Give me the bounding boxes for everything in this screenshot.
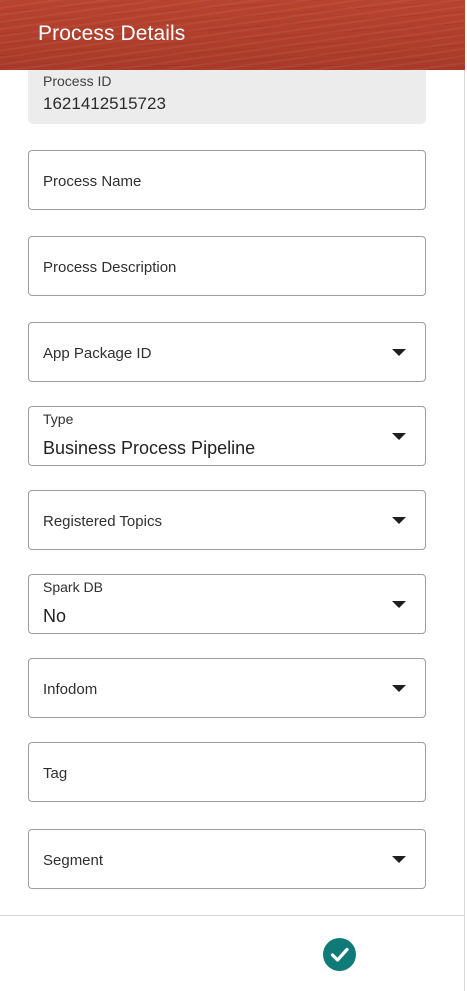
- footer-divider: [0, 915, 465, 916]
- app-package-id-placeholder: App Package ID: [43, 345, 152, 362]
- segment-select[interactable]: Segment: [28, 829, 426, 889]
- spark-db-value: No: [43, 606, 67, 626]
- chevron-down-icon[interactable]: [392, 601, 406, 608]
- infodom-select[interactable]: Infodom: [28, 658, 426, 718]
- registered-topics-select[interactable]: Registered Topics: [28, 490, 426, 550]
- spark-db-label: Spark DB: [43, 579, 103, 595]
- type-value: Business Process Pipeline: [43, 438, 256, 458]
- process-id-value: 1621412515723: [43, 94, 166, 113]
- infodom-placeholder: Infodom: [43, 681, 98, 698]
- process-id-label: Process ID: [43, 73, 112, 89]
- process-name-input[interactable]: Process Name: [28, 150, 426, 210]
- process-description-placeholder: Process Description: [43, 259, 177, 276]
- page-title: Process Details: [38, 22, 186, 45]
- spark-db-select[interactable]: Spark DB No: [28, 574, 426, 634]
- segment-placeholder: Segment: [43, 852, 104, 869]
- tag-placeholder: Tag: [43, 765, 68, 782]
- chevron-down-icon[interactable]: [392, 856, 406, 863]
- chevron-down-icon[interactable]: [392, 517, 406, 524]
- confirm-button[interactable]: [323, 938, 356, 971]
- type-label: Type: [43, 411, 74, 427]
- chevron-down-icon[interactable]: [392, 685, 406, 692]
- type-select[interactable]: Type Business Process Pipeline: [28, 406, 426, 466]
- chevron-down-icon[interactable]: [392, 349, 406, 356]
- checkmark-icon: [330, 947, 349, 962]
- panel-header: Process Details: [0, 0, 465, 70]
- app-package-id-select[interactable]: App Package ID: [28, 322, 426, 382]
- tag-input[interactable]: Tag: [28, 742, 426, 802]
- process-id-field: Process ID 1621412515723: [28, 70, 426, 124]
- process-description-input[interactable]: Process Description: [28, 236, 426, 296]
- process-name-placeholder: Process Name: [43, 173, 142, 190]
- process-details-panel: Process Details Process ID 1621412515723…: [0, 0, 465, 991]
- registered-topics-placeholder: Registered Topics: [43, 513, 162, 530]
- chevron-down-icon[interactable]: [392, 433, 406, 440]
